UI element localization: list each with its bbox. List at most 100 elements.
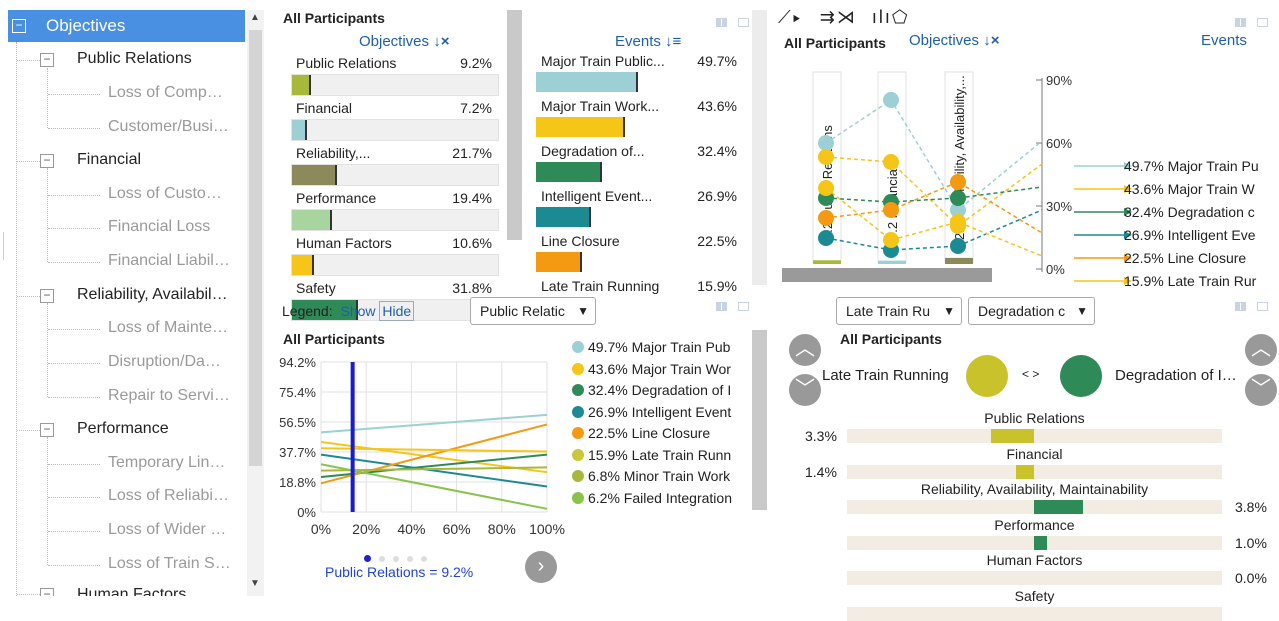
sort-icon[interactable]: ↓× — [983, 32, 999, 49]
legend-item[interactable]: 15.9% Late Train Runn — [572, 447, 750, 463]
tree-leaf[interactable]: Financial Liabil… — [108, 252, 240, 270]
legend-show-link[interactable]: Show — [341, 303, 376, 319]
sensitivity-events-header[interactable]: Events — [1201, 32, 1247, 49]
legend-scrollbar-thumb[interactable] — [752, 330, 767, 510]
sensitivity-point[interactable] — [950, 174, 966, 190]
tree-leaf[interactable]: Repair to Servi… — [108, 387, 240, 405]
tree-category-human-factors[interactable]: Human Factors — [77, 586, 242, 596]
tree-leaf[interactable]: Loss of Mainte… — [108, 319, 240, 337]
maximize-icon[interactable] — [1257, 18, 1268, 27]
events-scrollbar[interactable] — [752, 10, 767, 285]
legend-hide-button[interactable]: Hide — [379, 301, 415, 321]
objective-row-label[interactable]: Reliability,... — [296, 145, 436, 161]
event-row-label[interactable]: Late Train Running — [541, 278, 681, 294]
maximize-icon[interactable] — [738, 302, 749, 311]
sensitivity-point[interactable] — [818, 135, 834, 151]
sensitivity-point[interactable] — [950, 238, 966, 254]
event-row-bar[interactable] — [536, 207, 744, 229]
objective-row-label[interactable]: Human Factors — [296, 235, 436, 251]
maximize-icon[interactable] — [738, 18, 749, 27]
sensitivity-point[interactable] — [818, 210, 834, 226]
layout-icon[interactable] — [1235, 302, 1246, 311]
objective-row-bar[interactable] — [291, 209, 499, 231]
legend-item[interactable]: 49.7% Major Train Pub — [572, 339, 750, 355]
sensitivity-point[interactable] — [883, 202, 899, 218]
sensitivity-point[interactable] — [883, 154, 899, 170]
tree-category-performance[interactable]: Performance — [77, 420, 242, 438]
layout-icon[interactable] — [1235, 18, 1246, 27]
legend-item[interactable]: 32.4% Degradation of I — [572, 382, 750, 398]
objective-row-label[interactable]: Public Relations — [296, 55, 436, 71]
collapse-icon[interactable]: − — [40, 53, 54, 67]
swap-icon[interactable]: ⇉⋊ — [820, 7, 857, 27]
tree-leaf[interactable]: Customer/Busi… — [108, 118, 240, 136]
objective-row-label[interactable]: Performance — [296, 190, 436, 206]
tree-leaf[interactable]: Loss of Reliabi… — [108, 487, 240, 505]
event-label[interactable]: 32.4% Degradation c — [1124, 204, 1255, 220]
maximize-icon[interactable] — [1257, 302, 1268, 311]
collapse-icon[interactable]: − — [12, 19, 26, 33]
objectives-sort-header[interactable]: Objectives ↓× — [359, 33, 449, 50]
sort-icon[interactable]: ↓≡ — [665, 33, 681, 50]
layout-icon[interactable] — [716, 302, 727, 311]
event-row-label[interactable]: Line Closure — [541, 233, 681, 249]
sensitivity-point[interactable] — [818, 180, 834, 196]
event-row-label[interactable]: Major Train Public... — [541, 53, 681, 69]
sensitivity-point[interactable] — [883, 232, 899, 248]
tree-root-objectives[interactable]: − Objectives — [8, 10, 245, 42]
objective-row-label[interactable]: Safety — [296, 280, 436, 296]
objective-row-label[interactable]: Financial — [296, 100, 436, 116]
tree-leaf[interactable]: Loss of Wider … — [108, 521, 240, 539]
bar-chart-icon[interactable]: ılı⬠ — [872, 7, 910, 27]
sensitivity-point[interactable] — [818, 230, 834, 246]
sensitivity-point[interactable] — [950, 214, 966, 230]
objective-row-bar[interactable] — [291, 74, 499, 96]
events-sort-header[interactable]: Events ↓≡ — [615, 33, 681, 50]
scroll-up-button[interactable]: ︿ — [789, 334, 821, 366]
scroll-down-button[interactable]: ﹀ — [1245, 374, 1277, 406]
event-row-bar[interactable] — [536, 162, 744, 184]
objective-row-bar[interactable] — [291, 119, 499, 141]
scroll-up-button[interactable]: ︿ — [1245, 334, 1277, 366]
series-line[interactable] — [320, 447, 548, 453]
tree-leaf[interactable]: Temporary Lin… — [108, 454, 240, 472]
collapse-icon[interactable]: − — [40, 154, 54, 168]
collapse-icon[interactable]: − — [40, 588, 54, 596]
tree-leaf[interactable]: Loss of Custo… — [108, 185, 240, 203]
layout-icon[interactable] — [716, 18, 727, 27]
sort-icon[interactable]: ↓× — [433, 33, 449, 50]
objectives-scrollbar-thumb[interactable] — [507, 10, 522, 240]
tree-leaf[interactable]: Disruption/Da… — [108, 353, 240, 371]
legend-item[interactable]: 43.6% Major Train Wor — [572, 361, 750, 377]
scroll-down-button[interactable]: ﹀ — [789, 374, 821, 406]
line-chart-icon[interactable]: ⟋▸ — [778, 7, 803, 27]
pager-dots[interactable] — [364, 549, 427, 565]
event-row-bar[interactable] — [536, 117, 744, 139]
compare-bar[interactable] — [1034, 535, 1047, 550]
tree-scrollbar-thumb[interactable] — [249, 30, 262, 466]
compare-bar[interactable] — [1034, 500, 1084, 514]
objective-select[interactable]: Public Relatic ▼ — [470, 297, 596, 325]
splitter-handle[interactable] — [0, 232, 4, 260]
event-row-bar[interactable] — [536, 72, 744, 94]
event-label[interactable]: 22.5% Line Closure — [1124, 250, 1246, 266]
legend-item[interactable]: 6.2% Failed Integration — [572, 490, 750, 506]
legend-item[interactable]: 6.8% Minor Train Work — [572, 468, 750, 484]
event-row-label[interactable]: Major Train Work... — [541, 98, 681, 114]
swap-button[interactable]: < > — [1022, 367, 1039, 381]
series-line[interactable] — [320, 423, 548, 485]
legend-item[interactable]: 22.5% Line Closure — [572, 425, 750, 441]
event-row-label[interactable]: Degradation of... — [541, 143, 681, 159]
tree-category-reliability[interactable]: Reliability, Availabil… — [77, 286, 242, 304]
tree-leaf[interactable]: Loss of Train S… — [108, 555, 240, 573]
event-label[interactable]: 49.7% Major Train Pu — [1124, 158, 1259, 174]
tree-category-public-relations[interactable]: Public Relations — [77, 50, 242, 68]
objective-row-bar[interactable] — [291, 254, 499, 276]
series-line[interactable] — [320, 413, 548, 434]
sensitivity-point[interactable] — [950, 190, 966, 206]
event-row-bar[interactable] — [536, 252, 744, 274]
tree-leaf[interactable]: Loss of Comp… — [108, 84, 240, 102]
compare-bar[interactable] — [991, 429, 1034, 443]
collapse-icon[interactable]: − — [40, 423, 54, 437]
next-arrow-icon[interactable]: › — [525, 551, 557, 583]
